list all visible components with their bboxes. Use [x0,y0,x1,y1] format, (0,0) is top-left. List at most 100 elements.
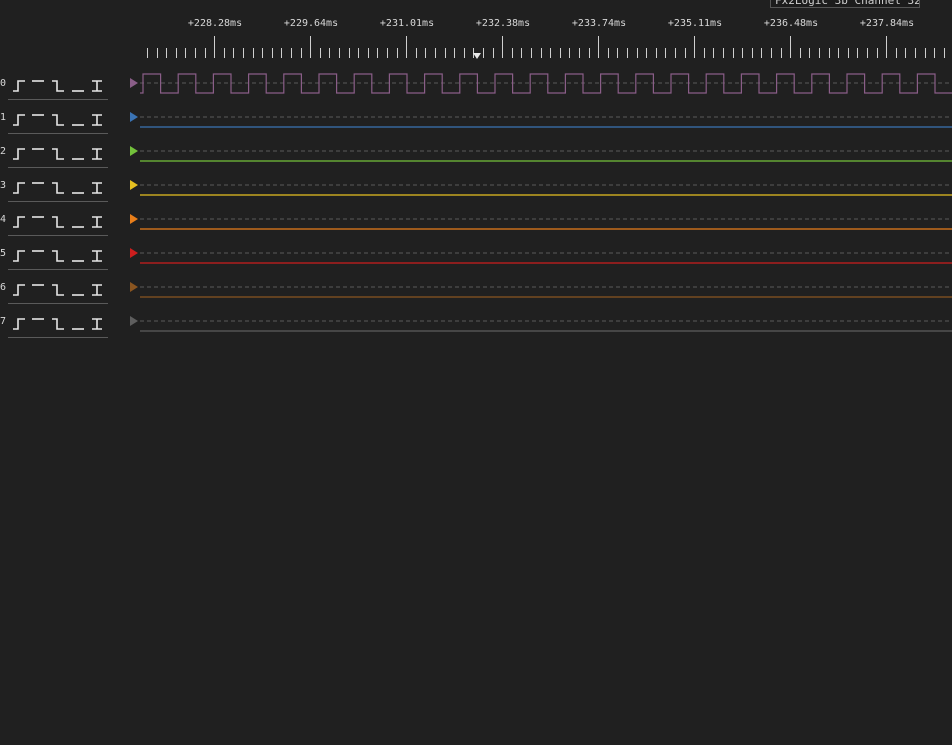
channel-color-marker[interactable] [130,248,138,258]
minor-tick [425,48,426,58]
minor-tick [838,48,839,58]
any-edge-icon[interactable] [90,248,104,262]
minor-tick [781,48,782,58]
rising-edge-icon[interactable] [12,180,26,194]
rising-edge-icon[interactable] [12,78,26,92]
waveform[interactable] [140,69,952,103]
minor-tick [617,48,618,58]
channel-row[interactable]: 7 [0,316,952,355]
minor-tick [176,48,177,58]
channel-color-marker[interactable] [130,78,138,88]
falling-edge-icon[interactable] [51,316,65,330]
waveform[interactable] [140,103,952,137]
high-level-icon[interactable] [31,78,45,92]
high-level-icon[interactable] [31,180,45,194]
rising-edge-icon[interactable] [12,146,26,160]
minor-tick [637,48,638,58]
rising-edge-icon[interactable] [12,248,26,262]
minor-tick [281,48,282,58]
rising-edge-icon[interactable] [12,112,26,126]
low-level-icon[interactable] [71,180,85,194]
high-level-icon[interactable] [31,282,45,296]
minor-tick [320,48,321,58]
any-edge-icon[interactable] [90,112,104,126]
channel-number: 7 [0,316,6,327]
waveform[interactable] [140,239,952,273]
high-level-icon[interactable] [31,248,45,262]
minor-tick [752,48,753,58]
channel-number: 4 [0,214,6,225]
low-level-icon[interactable] [71,112,85,126]
minor-tick [742,48,743,58]
cursor-marker[interactable] [473,53,481,59]
minor-tick [848,48,849,58]
channel-color-marker[interactable] [130,316,138,326]
minor-tick [704,48,705,58]
any-edge-icon[interactable] [90,180,104,194]
channel-number: 1 [0,112,6,123]
major-tick [598,36,599,58]
high-level-icon[interactable] [31,112,45,126]
low-level-icon[interactable] [71,316,85,330]
time-label: +229.64ms [283,18,339,29]
channel-color-marker[interactable] [130,214,138,224]
high-level-icon[interactable] [31,146,45,160]
minor-tick [291,48,292,58]
waveform[interactable] [140,137,952,171]
falling-edge-icon[interactable] [51,282,65,296]
waveform[interactable] [140,273,952,307]
minor-tick [723,48,724,58]
minor-tick [867,48,868,58]
major-tick [214,36,215,58]
low-level-icon[interactable] [71,282,85,296]
falling-edge-icon[interactable] [51,214,65,228]
channel-color-marker[interactable] [130,282,138,292]
low-level-icon[interactable] [71,78,85,92]
minor-tick [387,48,388,58]
trigger-selector [8,177,108,202]
time-ruler[interactable]: +228.28ms +229.64ms +231.01ms +232.38ms +233… [0,0,952,70]
minor-tick [531,48,532,58]
waveform[interactable] [140,205,952,239]
low-level-icon[interactable] [71,146,85,160]
high-level-icon[interactable] [31,316,45,330]
minor-tick [896,48,897,58]
rising-edge-icon[interactable] [12,316,26,330]
time-label: +228.28ms [187,18,243,29]
minor-tick [349,48,350,58]
minor-tick [272,48,273,58]
falling-edge-icon[interactable] [51,180,65,194]
minor-tick [377,48,378,58]
channel-color-marker[interactable] [130,146,138,156]
rising-edge-icon[interactable] [12,214,26,228]
falling-edge-icon[interactable] [51,112,65,126]
channel-color-marker[interactable] [130,112,138,122]
waveform[interactable] [140,171,952,205]
low-level-icon[interactable] [71,214,85,228]
minor-tick [685,48,686,58]
minor-tick [166,48,167,58]
minor-tick [857,48,858,58]
falling-edge-icon[interactable] [51,78,65,92]
time-label: +233.74ms [571,18,627,29]
minor-tick [358,48,359,58]
waveform[interactable] [140,307,952,341]
major-tick [310,36,311,58]
low-level-icon[interactable] [71,248,85,262]
any-edge-icon[interactable] [90,214,104,228]
channel-number: 6 [0,282,6,293]
channel-number: 0 [0,78,6,89]
time-label: +236.48ms [763,18,819,29]
any-edge-icon[interactable] [90,282,104,296]
trigger-selector [8,279,108,304]
any-edge-icon[interactable] [90,78,104,92]
falling-edge-icon[interactable] [51,248,65,262]
falling-edge-icon[interactable] [51,146,65,160]
minor-tick [829,48,830,58]
any-edge-icon[interactable] [90,146,104,160]
high-level-icon[interactable] [31,214,45,228]
any-edge-icon[interactable] [90,316,104,330]
trigger-selector [8,143,108,168]
channel-color-marker[interactable] [130,180,138,190]
rising-edge-icon[interactable] [12,282,26,296]
